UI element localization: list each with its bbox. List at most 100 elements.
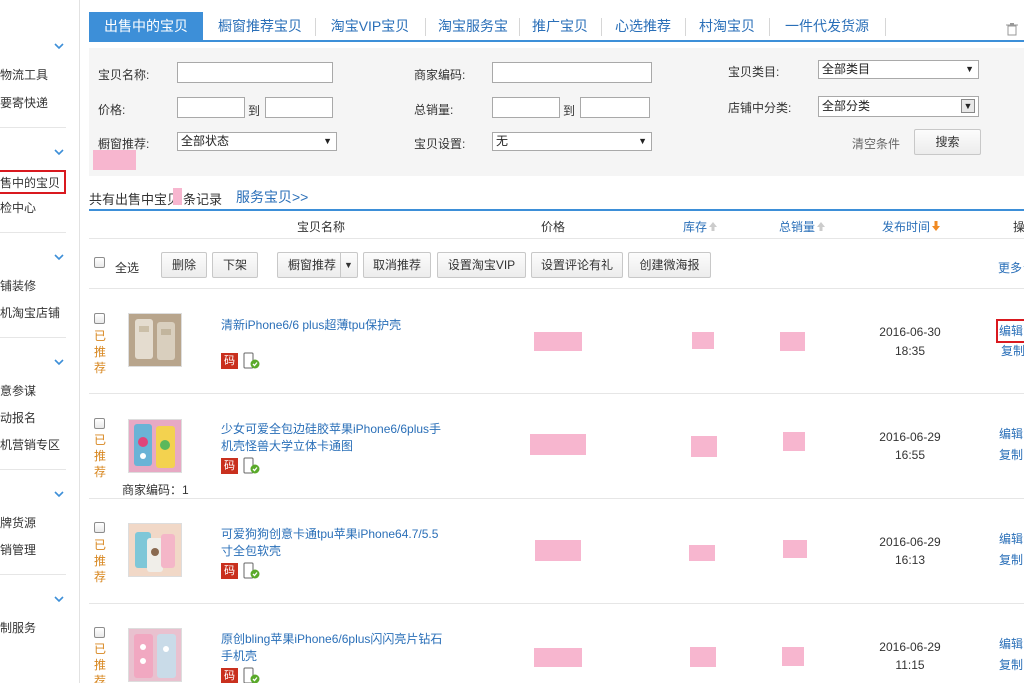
publish-date: 2016-06-30: [879, 325, 941, 339]
search-button[interactable]: 搜索: [914, 129, 981, 155]
dropdown-arrow-icon[interactable]: ▼: [344, 253, 353, 277]
redacted-stock: [690, 647, 716, 667]
sidebar-item-event-signup[interactable]: 动报名: [0, 409, 36, 426]
product-thumbnail[interactable]: [128, 628, 182, 682]
tab-promoted[interactable]: 推广宝贝: [521, 12, 599, 41]
mobile-check-icon: [243, 352, 260, 369]
sidebar: 物流工具 要寄快递 出售中的宝贝 检中心 铺装修 机淘宝店铺 意参谋 动报名 机…: [0, 0, 80, 683]
redacted-price: [530, 434, 586, 455]
tab-bar: 出售中的宝贝 橱窗推荐宝贝 淘宝VIP宝贝 淘宝服务宝 推广宝贝 心选推荐 村淘…: [89, 12, 1024, 42]
dropdown-arrow-icon: ▼: [638, 136, 647, 146]
product-title-link[interactable]: 少女可爱全包边硅胶苹果iPhone6/6plus手机壳怪兽大学立体卡通图: [221, 421, 446, 455]
tab-dropship-source[interactable]: 一件代发货源: [771, 12, 883, 41]
set-vip-button[interactable]: 设置淘宝VIP: [437, 252, 526, 278]
sales-to-label: 到: [563, 104, 576, 118]
trash-icon[interactable]: [1006, 23, 1018, 36]
delete-button[interactable]: 删除: [161, 252, 207, 278]
redacted-count: [173, 188, 182, 205]
unlist-button[interactable]: 下架: [212, 252, 258, 278]
merchant-code-input[interactable]: [492, 62, 652, 83]
active-item-highlight: [0, 170, 66, 194]
redacted-sales: [782, 647, 804, 666]
product-title-link[interactable]: 清新iPhone6/6 plus超薄tpu保护壳: [221, 317, 446, 334]
window-recommend-value: 全部状态: [181, 134, 230, 148]
sidebar-item-mobile-shop[interactable]: 机淘宝店铺: [0, 304, 60, 321]
create-poster-button[interactable]: 创建微海报: [628, 252, 711, 278]
service-items-link[interactable]: 服务宝贝>>: [236, 187, 308, 207]
row-checkbox[interactable]: [94, 522, 105, 533]
tab-on-sale[interactable]: 出售中的宝贝: [89, 12, 203, 41]
redacted-price: [534, 332, 582, 351]
set-review-gift-button[interactable]: 设置评论有礼: [531, 252, 623, 278]
publish-date: 2016-06-29: [879, 640, 941, 654]
sidebar-item-custom-service[interactable]: 制服务: [0, 619, 36, 636]
clear-conditions-link[interactable]: 清空条件: [852, 135, 900, 152]
chevron-down-icon[interactable]: [54, 252, 64, 262]
tab-taobao-vip[interactable]: 淘宝VIP宝贝: [317, 12, 423, 41]
tab-village-taobao[interactable]: 村淘宝贝: [687, 12, 767, 41]
row-checkbox[interactable]: [94, 627, 105, 638]
record-count-suffix: 条记录: [183, 192, 223, 207]
row-checkbox[interactable]: [94, 313, 105, 324]
redacted-price: [534, 648, 582, 667]
redacted-stock: [691, 436, 717, 457]
window-recommend-button[interactable]: 橱窗推荐 ▼: [277, 252, 358, 278]
chevron-down-icon[interactable]: [54, 594, 64, 604]
price-min-input[interactable]: [177, 97, 245, 118]
product-title-link[interactable]: 原创bling苹果iPhone6/6plus闪闪亮片钻石手机壳: [221, 631, 446, 665]
item-category-label: 宝贝类目:: [728, 65, 780, 79]
tab-service-items[interactable]: 淘宝服务宝: [427, 12, 519, 41]
copy-link[interactable]: 复制: [1001, 340, 1024, 363]
tab-window-recommend[interactable]: 橱窗推荐宝贝: [207, 12, 313, 41]
edit-link[interactable]: 编辑: [999, 528, 1023, 551]
sidebar-item-brand-source[interactable]: 牌货源: [0, 514, 36, 531]
column-header-sales[interactable]: 总销量: [779, 218, 826, 235]
product-title-link[interactable]: 可爱狗狗创意卡通tpu苹果iPhone64.7/5.5寸全包软壳: [221, 526, 446, 560]
item-setting-select[interactable]: 无 ▼: [492, 132, 652, 151]
sidebar-item-mobile-marketing[interactable]: 机营销专区: [0, 436, 60, 453]
sidebar-item-check-center[interactable]: 检中心: [0, 199, 36, 216]
edit-link[interactable]: 编辑: [999, 423, 1023, 446]
shop-category-select[interactable]: 全部分类 ▼: [818, 96, 979, 117]
product-thumbnail[interactable]: [128, 313, 182, 367]
more-link[interactable]: 更多: [998, 259, 1024, 276]
window-recommend-label-btn: 橱窗推荐: [288, 258, 337, 272]
sidebar-item-logistics-tools[interactable]: 物流工具: [0, 66, 48, 83]
publish-time: 18:35: [894, 344, 926, 358]
column-header-publish-time[interactable]: 发布时间: [882, 218, 941, 235]
window-recommend-select[interactable]: 全部状态 ▼: [177, 132, 337, 151]
cancel-recommend-button[interactable]: 取消推荐: [363, 252, 431, 278]
copy-link[interactable]: 复制: [999, 549, 1023, 572]
tab-curated[interactable]: 心选推荐: [603, 12, 683, 41]
chevron-down-icon[interactable]: [54, 489, 64, 499]
price-max-input[interactable]: [265, 97, 333, 118]
publish-date: 2016-06-29: [879, 535, 941, 549]
item-name-input[interactable]: [177, 62, 333, 83]
redacted-sales: [780, 332, 805, 351]
copy-link[interactable]: 复制: [999, 444, 1023, 467]
divider: [0, 574, 66, 575]
item-category-select[interactable]: 全部类目 ▼: [818, 60, 979, 79]
shop-category-label: 店铺中分类:: [728, 101, 792, 115]
product-thumbnail[interactable]: [128, 523, 182, 577]
product-thumbnail[interactable]: [128, 419, 182, 473]
status-recommended: 已推荐: [94, 433, 107, 479]
shop-category-value: 全部分类: [822, 99, 871, 113]
edit-link[interactable]: 编辑: [999, 633, 1023, 656]
row-divider: [89, 498, 1024, 499]
chevron-down-icon[interactable]: [54, 147, 64, 157]
publish-time: 16:13: [894, 553, 926, 567]
row-checkbox[interactable]: [94, 418, 105, 429]
sales-min-input[interactable]: [492, 97, 560, 118]
column-header-stock[interactable]: 库存: [683, 218, 718, 235]
sidebar-item-send-express[interactable]: 要寄快递: [0, 94, 48, 111]
copy-link[interactable]: 复制: [999, 654, 1023, 677]
sidebar-item-business-advisor[interactable]: 意参谋: [0, 382, 36, 399]
sales-max-input[interactable]: [580, 97, 650, 118]
chevron-down-icon[interactable]: [54, 41, 64, 51]
record-count-prefix: 共有出售中宝贝: [89, 192, 181, 207]
select-all-checkbox[interactable]: [94, 257, 105, 268]
sidebar-item-shop-decoration[interactable]: 铺装修: [0, 277, 36, 294]
sidebar-item-distribution[interactable]: 销管理: [0, 541, 36, 558]
chevron-down-icon[interactable]: [54, 357, 64, 367]
